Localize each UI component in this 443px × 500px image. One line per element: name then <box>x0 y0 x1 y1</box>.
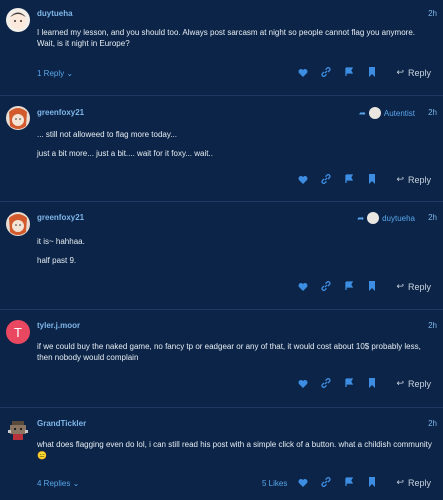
username[interactable]: tyler.j.moor <box>37 321 80 330</box>
post-time[interactable]: 2h <box>428 419 437 428</box>
post-4: T tyler.j.moor 2h if we could buy the na… <box>0 310 443 408</box>
reply-button[interactable]: ↩ Reply <box>396 281 431 292</box>
like-heart-icon[interactable] <box>298 281 308 291</box>
bookmark-icon[interactable] <box>367 174 377 184</box>
post-2: greenfoxy21 ➦ Autentist 2h ... still not … <box>0 96 443 202</box>
avatar-letter: T <box>14 324 22 340</box>
flag-icon[interactable] <box>344 174 354 184</box>
reply-to-avatar <box>368 107 381 119</box>
post-text: if we could buy the naked game, no fancy… <box>37 342 421 362</box>
reply-arrow-icon: ↩ <box>396 67 404 77</box>
like-heart-icon[interactable] <box>298 174 308 184</box>
reply-arrow-icon: ↩ <box>396 477 404 487</box>
username[interactable]: GrandTickler <box>37 419 86 428</box>
post-time[interactable]: 2h <box>428 9 437 18</box>
post-text: half past 9. <box>37 256 77 265</box>
reply-button[interactable]: ↩ Reply <box>396 378 431 389</box>
reply-button[interactable]: ↩ Reply <box>396 67 431 78</box>
post-actions: ↩ Reply <box>0 281 443 295</box>
reply-to-indicator[interactable]: ➦ duytueha <box>357 212 415 224</box>
reply-arrow-icon: ↩ <box>396 378 404 388</box>
username[interactable]: duytueha <box>37 9 73 18</box>
post-text: I learned my lesson, and you should too.… <box>37 28 415 48</box>
reply-share-icon: ➦ <box>357 213 365 223</box>
reply-arrow-icon: ↩ <box>396 281 404 291</box>
post-5: GrandTickler 2h what does flagging even … <box>0 408 443 500</box>
reply-button[interactable]: ↩ Reply <box>396 477 431 488</box>
post-text: just a bit more... just a bit.... wait f… <box>37 149 213 158</box>
link-icon[interactable] <box>321 477 331 487</box>
post-body: ... still not alloweed to flag more toda… <box>37 129 433 167</box>
post-body: what does flagging even do lol, i can st… <box>37 439 433 469</box>
post-actions: ↩ Reply <box>0 67 443 81</box>
avatar[interactable]: T <box>6 320 30 344</box>
post-time[interactable]: 2h <box>428 108 437 117</box>
flag-icon[interactable] <box>344 281 354 291</box>
reply-share-icon: ➦ <box>359 108 366 118</box>
post-time[interactable]: 2h <box>428 321 437 330</box>
post-actions: ↩ Reply <box>0 477 443 491</box>
like-heart-icon[interactable] <box>298 67 308 77</box>
link-icon[interactable] <box>321 281 331 291</box>
like-heart-icon[interactable] <box>298 477 308 487</box>
link-icon[interactable] <box>321 67 331 77</box>
username[interactable]: greenfoxy21 <box>37 213 84 222</box>
reply-to-avatar <box>367 212 380 224</box>
avatar[interactable] <box>6 106 30 130</box>
reply-arrow-icon: ↩ <box>396 174 404 184</box>
reply-to-indicator[interactable]: ➦ Autentist <box>359 107 415 119</box>
flag-icon[interactable] <box>344 378 354 388</box>
post-text: it is~ hahhaa. <box>37 237 85 246</box>
post-body: I learned my lesson, and you should too.… <box>37 27 433 57</box>
username[interactable]: greenfoxy21 <box>37 108 84 117</box>
post-text: ... still not alloweed to flag more toda… <box>37 130 177 139</box>
post-body: if we could buy the naked game, no fancy… <box>37 341 433 371</box>
link-icon[interactable] <box>321 174 331 184</box>
post-3: greenfoxy21 ➦ duytueha 2h it is~ hahhaa. … <box>0 202 443 310</box>
avatar[interactable] <box>6 8 30 32</box>
post-1: duytueha 2h I learned my lesson, and you… <box>0 0 443 96</box>
reply-button[interactable]: ↩ Reply <box>396 174 431 185</box>
bookmark-icon[interactable] <box>367 67 377 77</box>
bookmark-icon[interactable] <box>367 378 377 388</box>
post-time[interactable]: 2h <box>428 213 437 222</box>
post-actions: ↩ Reply <box>0 378 443 392</box>
post-text: what does flagging even do lol, i can st… <box>37 440 432 460</box>
flag-icon[interactable] <box>344 67 354 77</box>
bookmark-icon[interactable] <box>367 281 377 291</box>
bookmark-icon[interactable] <box>367 477 377 487</box>
post-actions: ↩ Reply <box>0 174 443 188</box>
flag-icon[interactable] <box>344 477 354 487</box>
avatar[interactable] <box>6 212 30 236</box>
link-icon[interactable] <box>321 378 331 388</box>
like-heart-icon[interactable] <box>298 378 308 388</box>
avatar[interactable] <box>6 418 30 442</box>
post-body: it is~ hahhaa. half past 9. <box>37 236 433 274</box>
